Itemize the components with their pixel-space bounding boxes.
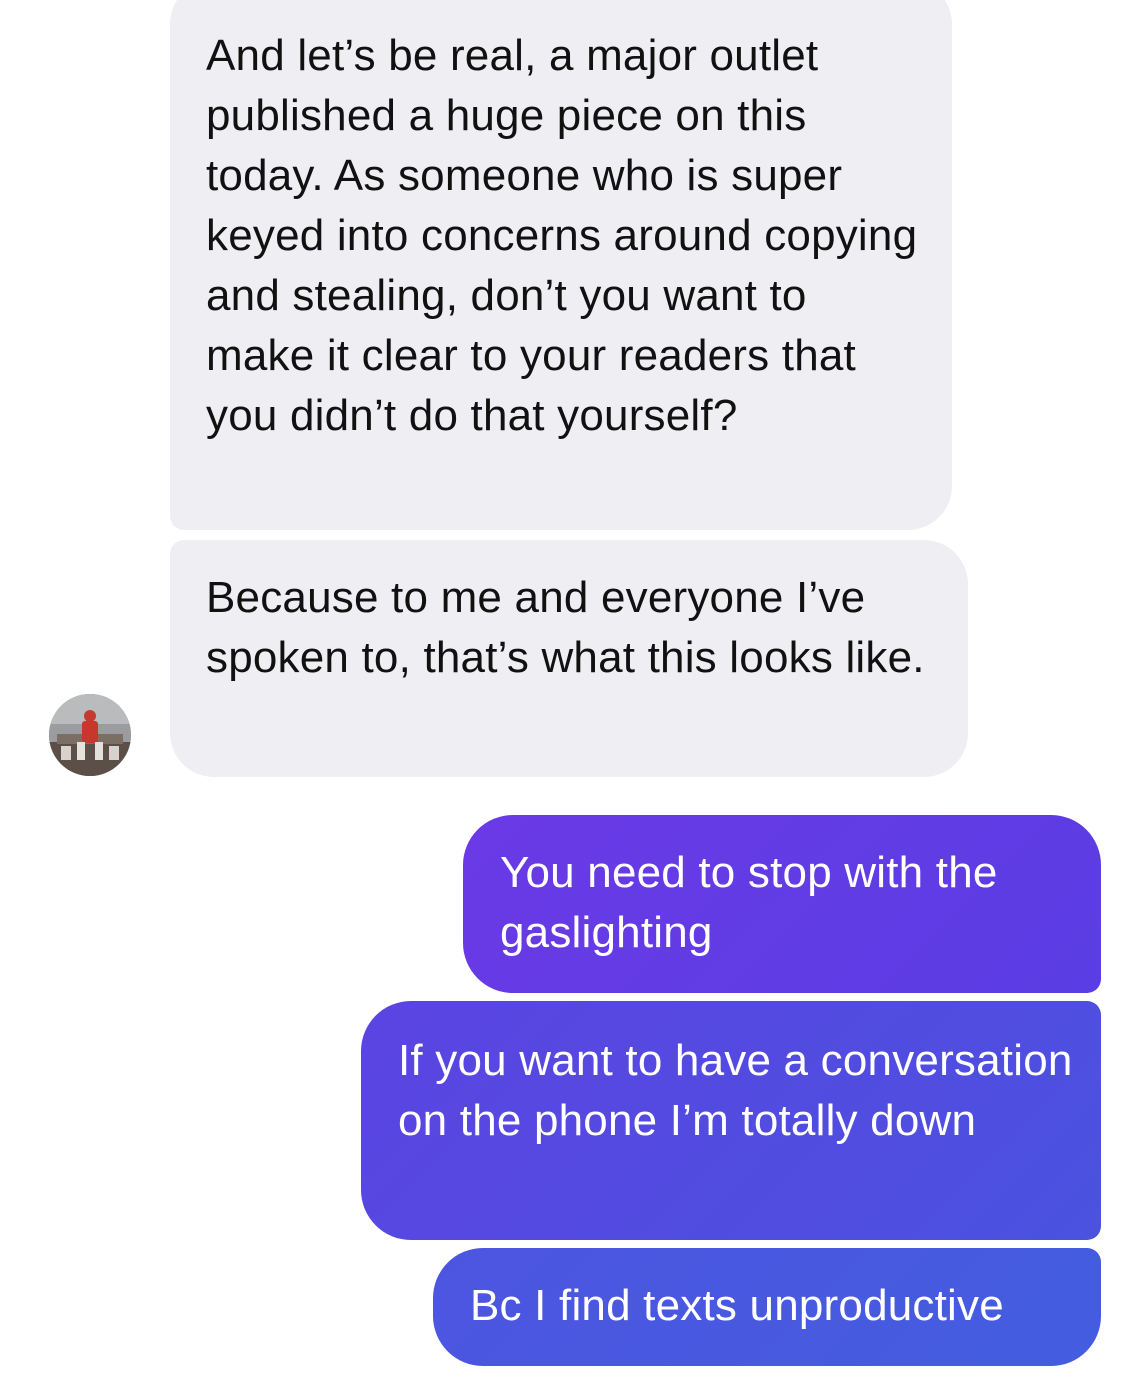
incoming-message-bubble[interactable]: Because to me and everyone I’ve spoken t… <box>170 540 968 777</box>
message-text: And let’s be real, a major outlet publis… <box>206 31 918 440</box>
message-thread: And let’s be real, a major outlet publis… <box>0 0 1125 1392</box>
outgoing-message-bubble[interactable]: If you want to have a conversation on th… <box>361 1001 1101 1240</box>
message-text: You need to stop with the gaslighting <box>500 848 998 957</box>
contact-avatar-icon[interactable] <box>49 694 131 776</box>
outgoing-message-bubble[interactable]: You need to stop with the gaslighting <box>463 815 1101 993</box>
message-text: If you want to have a conversation on th… <box>398 1036 1073 1145</box>
message-text: Bc I find texts unproductive <box>470 1281 1004 1330</box>
outgoing-message-bubble[interactable]: Bc I find texts unproductive <box>433 1248 1101 1366</box>
avatar-image <box>49 694 131 776</box>
message-text: Because to me and everyone I’ve spoken t… <box>206 573 925 682</box>
incoming-message-bubble[interactable]: And let’s be real, a major outlet publis… <box>170 0 952 530</box>
